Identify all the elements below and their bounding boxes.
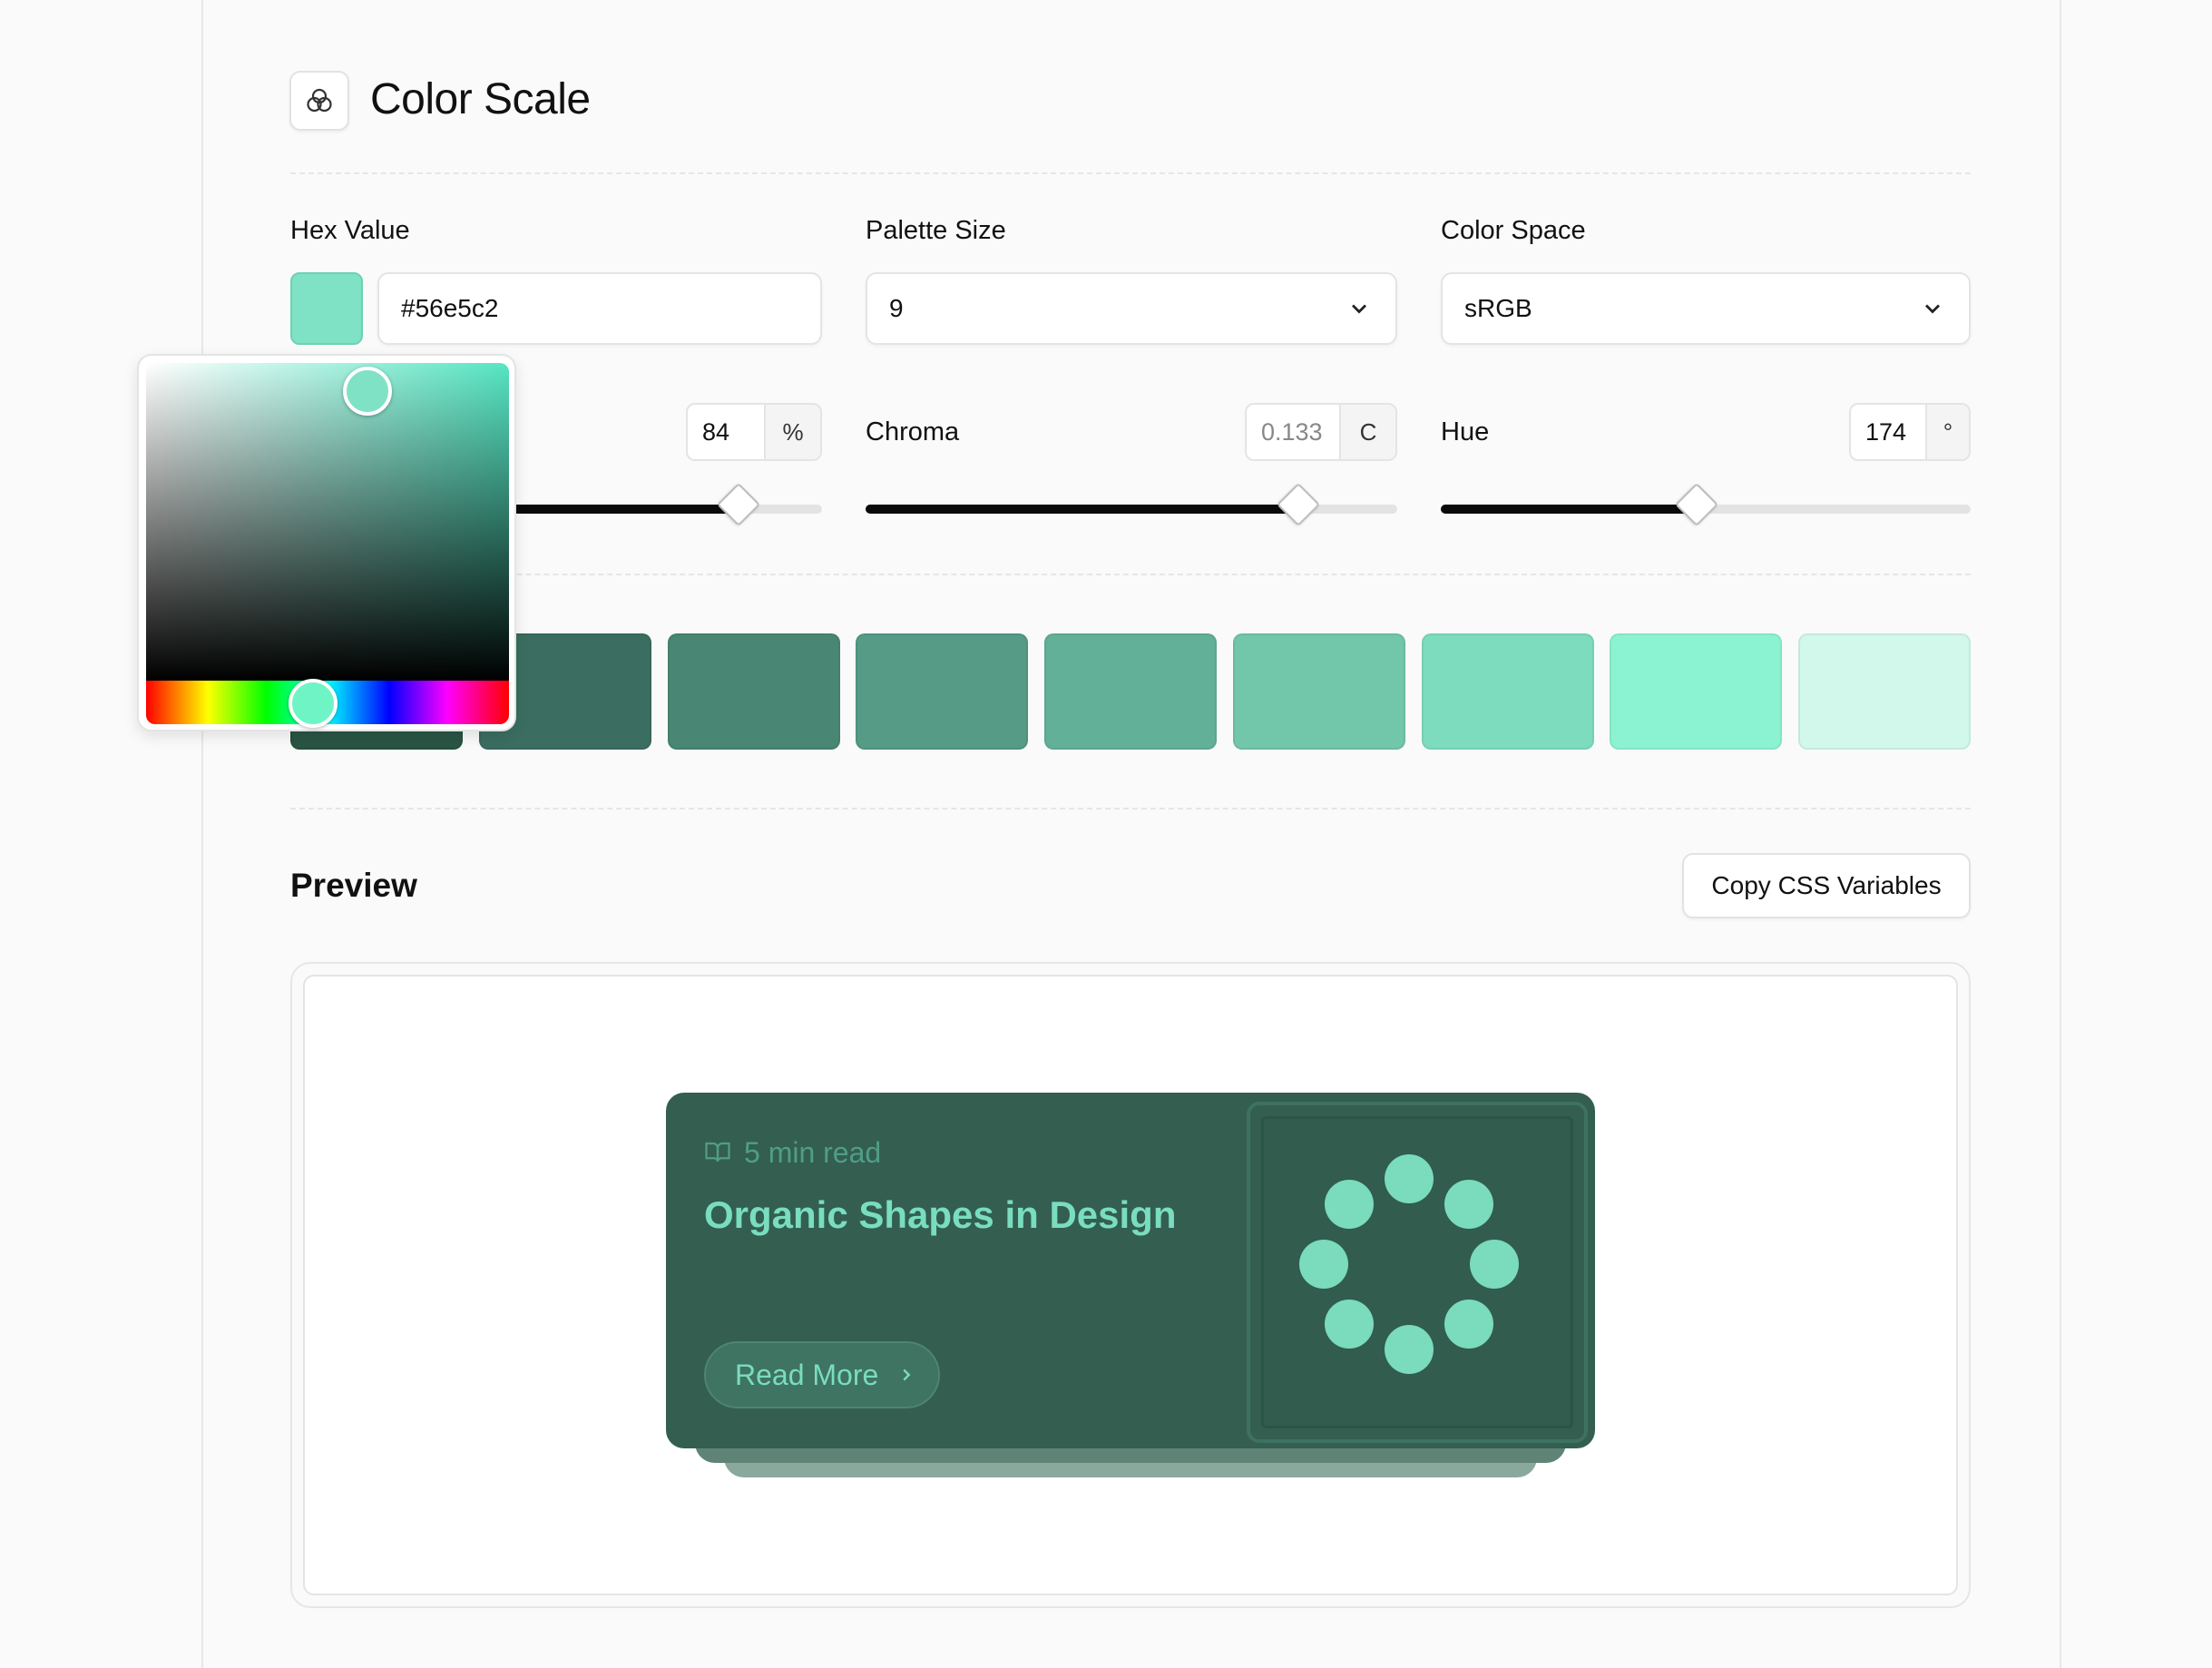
hue-input[interactable]: 174 ° [1849,403,1971,461]
hex-label: Hex Value [290,216,410,245]
preview-card: 5 min read Organic Shapes in Design Read… [666,1093,1595,1448]
divider [290,574,1971,575]
palette-swatch[interactable] [856,633,1029,750]
hex-input[interactable]: #56e5c2 [377,272,822,345]
decorative-dot [1324,1300,1374,1349]
chroma-input[interactable]: 0.133 C [1245,403,1397,461]
color-picker-popover [137,354,516,731]
preview-title: Preview [290,867,417,904]
hue-handle[interactable] [289,679,338,728]
hue-value: 174 [1865,418,1907,446]
chevron-down-icon [1925,304,1940,314]
card-title: Organic Shapes in Design [704,1193,1177,1236]
lightness-input[interactable]: 84 % [686,403,822,461]
saturation-value-area[interactable] [146,363,509,681]
illustration-panel [1261,1116,1573,1428]
decorative-dot [1444,1179,1494,1229]
palette-size-select[interactable]: 9 [866,272,1397,345]
saturation-value-handle[interactable] [343,367,392,416]
hue-label: Hue [1441,417,1490,446]
read-more-button[interactable]: Read More [704,1341,940,1408]
palette-size-value: 9 [889,294,904,322]
hex-color-swatch-button[interactable] [290,272,363,345]
decorative-dot [1444,1300,1494,1349]
palette-swatch[interactable] [1421,633,1594,750]
page-title: Color Scale [370,75,591,123]
hue-slider-fill [1441,505,1696,514]
card-meta: 5 min read [704,1134,881,1171]
decorative-dot [1470,1240,1519,1289]
read-more-label: Read More [735,1359,879,1391]
color-circles-icon [289,71,349,131]
chroma-unit: C [1339,405,1395,459]
lightness-unit: % [764,405,820,459]
hex-input-value: #56e5c2 [401,294,499,322]
chroma-value: 0.133 [1261,418,1323,446]
card-illustration [1247,1102,1588,1443]
book-open-icon [705,1142,730,1163]
divider [290,172,1971,174]
read-time: 5 min read [744,1136,882,1169]
hue-unit: ° [1925,405,1969,459]
color-space-select[interactable]: sRGB [1441,272,1971,345]
palette-swatch[interactable] [1044,633,1217,750]
decorative-dot [1299,1240,1348,1289]
decorative-dot [1385,1325,1434,1374]
color-space-label: Color Space [1441,216,1586,245]
divider [290,808,1971,809]
chroma-label: Chroma [866,417,960,446]
lightness-value: 84 [702,418,730,446]
decorative-dot [1324,1179,1374,1229]
palette-swatch[interactable] [1232,633,1405,750]
chroma-slider[interactable] [866,482,1397,527]
palette-swatch[interactable] [667,633,840,750]
copy-css-variables-button[interactable]: Copy CSS Variables [1682,853,1971,918]
chroma-slider-fill [866,505,1297,514]
palette-swatch[interactable] [1798,633,1971,750]
palette-swatch[interactable] [1610,633,1783,750]
color-space-value: sRGB [1464,294,1532,322]
chevron-down-icon [1352,304,1366,314]
decorative-dot [1385,1154,1434,1203]
hue-slider[interactable] [1441,482,1971,527]
palette-size-label: Palette Size [866,216,1006,245]
chevron-right-icon [903,1369,911,1381]
